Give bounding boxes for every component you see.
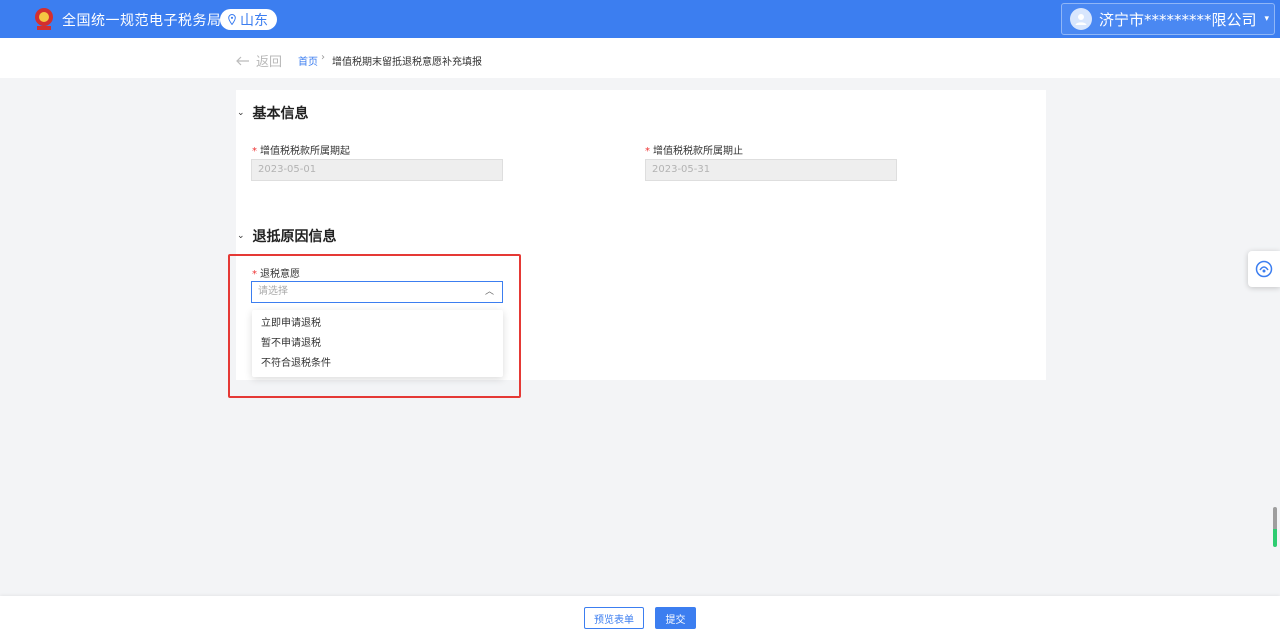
period-end-field: 2023-05-31 <box>645 159 897 181</box>
site-title[interactable]: 全国统一规范电子税务局 <box>62 10 222 30</box>
submit-button[interactable]: 提交 <box>655 607 696 629</box>
section-title: 退抵原因信息 <box>252 229 337 245</box>
select-placeholder: 请选择 <box>258 286 288 297</box>
tax-emblem-icon <box>35 8 53 30</box>
required-mark: * <box>645 146 650 157</box>
region-selector[interactable]: 山东 <box>220 9 277 30</box>
chevron-down-icon: ⌄ <box>237 108 245 118</box>
section-refund-reason[interactable]: ⌄ 退抵原因信息 <box>237 226 337 246</box>
refund-intent-select[interactable]: 请选择 ︿ <box>251 281 503 303</box>
avatar <box>1070 8 1092 30</box>
label-text: 增值税税款所属期起 <box>260 146 350 157</box>
period-end-label: * 增值税税款所属期止 <box>645 142 743 157</box>
region-label: 山东 <box>240 12 268 29</box>
required-mark: * <box>252 146 257 157</box>
arrow-left-icon <box>236 56 249 65</box>
dropdown-option-apply-now[interactable]: 立即申请退税 <box>252 314 503 334</box>
label-text: 退税意愿 <box>260 269 300 280</box>
user-icon <box>1075 14 1087 25</box>
assistant-icon <box>1255 260 1273 278</box>
refund-intent-dropdown: 立即申请退税 暂不申请退税 不符合退税条件 <box>252 310 503 377</box>
account-menu[interactable]: 济宁市*********限公司 ▾ <box>1061 3 1275 35</box>
account-name: 济宁市*********限公司 <box>1099 10 1257 29</box>
breadcrumb: 返回 首页 › 增值税期末留抵退税意愿补充填报 <box>0 38 1280 78</box>
back-button[interactable]: 返回 <box>236 51 282 70</box>
breadcrumb-home-link[interactable]: 首页 <box>298 53 318 68</box>
breadcrumb-current-page: 增值税期末留抵退税意愿补充填报 <box>332 57 482 68</box>
chevron-up-icon: ︿ <box>484 287 494 297</box>
breadcrumb-separator: › <box>321 52 325 63</box>
floating-assistant-button[interactable] <box>1248 251 1280 287</box>
period-start-field: 2023-05-01 <box>251 159 503 181</box>
dropdown-option-not-eligible[interactable]: 不符合退税条件 <box>252 354 503 374</box>
section-basic-info[interactable]: ⌄ 基本信息 <box>237 103 309 123</box>
top-header: 全国统一规范电子税务局 山东 济宁市*********限公司 ▾ <box>0 0 1280 38</box>
location-pin-icon <box>228 14 236 25</box>
section-title: 基本信息 <box>252 106 309 122</box>
dropdown-option-not-apply[interactable]: 暂不申请退税 <box>252 334 503 354</box>
footer-action-bar: 预览表单 提交 <box>0 596 1280 640</box>
scroll-indicator[interactable] <box>1273 507 1277 547</box>
back-label: 返回 <box>256 55 283 70</box>
refund-intent-label: * 退税意愿 <box>252 265 300 280</box>
preview-form-button[interactable]: 预览表单 <box>584 607 644 629</box>
label-text: 增值税税款所属期止 <box>653 146 743 157</box>
required-mark: * <box>252 269 257 280</box>
period-start-label: * 增值税税款所属期起 <box>252 142 350 157</box>
caret-down-icon: ▾ <box>1264 14 1270 24</box>
chevron-down-icon: ⌄ <box>237 231 245 241</box>
